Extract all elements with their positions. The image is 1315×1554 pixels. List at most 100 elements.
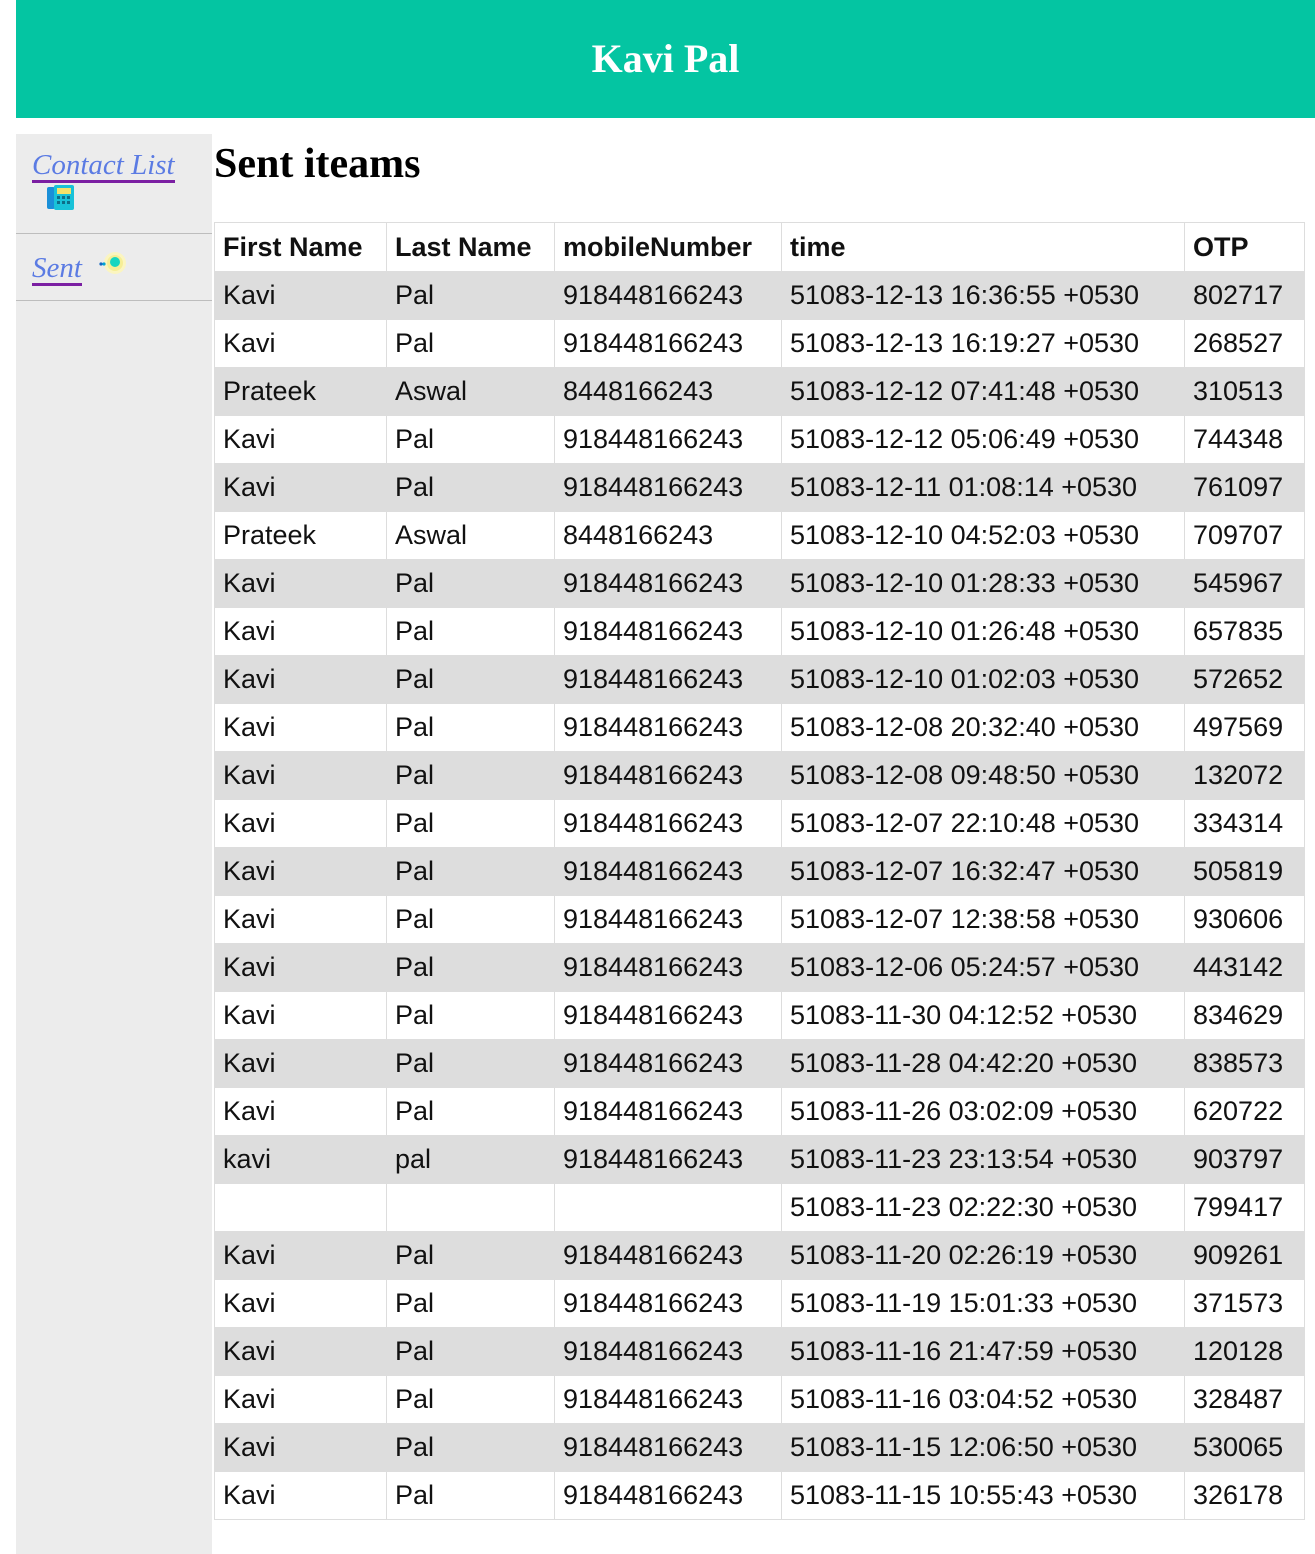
time-cell: 51083-12-07 22:10:48 +0530 [781, 799, 1185, 848]
time-cell: 51083-12-12 05:06:49 +0530 [781, 415, 1185, 464]
last-name-cell: Pal [386, 1231, 555, 1280]
mobile-number-cell: 918448166243 [554, 1423, 782, 1472]
table-row: Kavi Pal 918448166243 51083-11-30 04:12:52 … [214, 991, 1305, 1040]
first-name-cell: Kavi [214, 319, 387, 368]
table-row: Kavi Pal 918448166243 51083-12-10 01:02:03 … [214, 655, 1305, 704]
table-header-row: First Name Last Name mobileNumber time O… [214, 222, 1305, 272]
table-row: Kavi Pal 918448166243 51083-12-07 16:32:47 … [214, 847, 1305, 896]
mobile-number-cell: 918448166243 [554, 463, 782, 512]
first-name-cell: Kavi [214, 751, 387, 800]
mobile-number-cell: 918448166243 [554, 415, 782, 464]
last-name-cell: Pal [386, 463, 555, 512]
time-cell: 51083-12-11 01:08:14 +0530 [781, 463, 1185, 512]
table-row: Kavi Pal 918448166243 51083-12-10 01:26:48 … [214, 607, 1305, 656]
last-name-cell: Pal [386, 991, 555, 1040]
table-row: Kavi Pal 918448166243 51083-11-16 03:04:52 … [214, 1375, 1305, 1424]
otp-cell: 834629 [1184, 991, 1305, 1040]
otp-cell: 310513 [1184, 367, 1305, 416]
last-name-cell: Pal [386, 607, 555, 656]
otp-cell: 326178 [1184, 1471, 1305, 1520]
otp-cell: 744348 [1184, 415, 1305, 464]
table-row: Kavi Pal 918448166243 51083-12-08 20:32:40 … [214, 703, 1305, 752]
time-cell: 51083-12-08 20:32:40 +0530 [781, 703, 1185, 752]
last-name-cell: Pal [386, 655, 555, 704]
otp-cell: 530065 [1184, 1423, 1305, 1472]
sent-items-table-container: First Name Last Name mobileNumber time O… [214, 222, 1305, 1520]
last-name-cell: Pal [386, 751, 555, 800]
mobile-number-cell: 918448166243 [554, 1375, 782, 1424]
table-row: Kavi Pal 918448166243 51083-11-16 21:47:59 … [214, 1327, 1305, 1376]
time-cell: 51083-11-15 10:55:43 +0530 [781, 1471, 1185, 1520]
first-name-cell: Kavi [214, 1039, 387, 1088]
first-name-cell: Kavi [214, 847, 387, 896]
mobile-number-cell: 918448166243 [554, 1279, 782, 1328]
mobile-number-cell: 918448166243 [554, 703, 782, 752]
phone-icon[interactable] [47, 185, 75, 211]
mobile-number-cell: 918448166243 [554, 1231, 782, 1280]
time-cell: 51083-11-16 03:04:52 +0530 [781, 1375, 1185, 1424]
first-name-cell: Kavi [214, 655, 387, 704]
last-name-cell: Pal [386, 271, 555, 320]
otp-cell: 328487 [1184, 1375, 1305, 1424]
time-cell: 51083-11-20 02:26:19 +0530 [781, 1231, 1185, 1280]
mobile-number-cell: 918448166243 [554, 1087, 782, 1136]
first-name-cell: Kavi [214, 895, 387, 944]
mobile-number-cell: 918448166243 [554, 1327, 782, 1376]
last-name-cell: Pal [386, 943, 555, 992]
otp-cell: 761097 [1184, 463, 1305, 512]
mobile-number-cell [554, 1183, 782, 1232]
time-cell: 51083-11-16 21:47:59 +0530 [781, 1327, 1185, 1376]
otp-cell: 620722 [1184, 1087, 1305, 1136]
first-name-cell: Kavi [214, 703, 387, 752]
otp-cell: 268527 [1184, 319, 1305, 368]
last-name-cell: Pal [386, 319, 555, 368]
sent-icon[interactable] [96, 248, 130, 280]
table-row: kavi pal 918448166243 51083-11-23 23:13:54 … [214, 1135, 1305, 1184]
time-cell: 51083-12-10 01:02:03 +0530 [781, 655, 1185, 704]
page-title: Sent iteams [214, 141, 421, 187]
otp-cell: 120128 [1184, 1327, 1305, 1376]
time-cell: 51083-11-30 04:12:52 +0530 [781, 991, 1185, 1040]
mobile-number-cell: 918448166243 [554, 1039, 782, 1088]
first-name-cell: Prateek [214, 367, 387, 416]
last-name-cell: Pal [386, 847, 555, 896]
app-header: Kavi Pal [16, 0, 1315, 118]
last-name-cell [386, 1183, 555, 1232]
table-row: Kavi Pal 918448166243 51083-11-15 12:06:50 … [214, 1423, 1305, 1472]
time-cell: 51083-12-12 07:41:48 +0530 [781, 367, 1185, 416]
table-row: Kavi Pal 918448166243 51083-12-06 05:24:57 … [214, 943, 1305, 992]
mobile-number-cell: 918448166243 [554, 319, 782, 368]
last-name-cell: Pal [386, 1087, 555, 1136]
first-name-cell: kavi [214, 1135, 387, 1184]
last-name-cell: Aswal [386, 367, 555, 416]
column-header-last-name: Last Name [386, 222, 555, 272]
user-name-title: Kavi Pal [591, 36, 740, 81]
mobile-number-cell: 918448166243 [554, 607, 782, 656]
sidebar: Contact List Sent [16, 134, 212, 1554]
table-row: Kavi Pal 918448166243 51083-12-13 16:19:27 … [214, 319, 1305, 368]
table-row: Prateek Aswal 8448166243 51083-12-10 04:52:… [214, 511, 1305, 560]
time-cell: 51083-11-28 04:42:20 +0530 [781, 1039, 1185, 1088]
otp-cell: 930606 [1184, 895, 1305, 944]
last-name-cell: Pal [386, 1471, 555, 1520]
first-name-cell: Kavi [214, 991, 387, 1040]
time-cell: 51083-12-07 16:32:47 +0530 [781, 847, 1185, 896]
mobile-number-cell: 918448166243 [554, 847, 782, 896]
mobile-number-cell: 918448166243 [554, 895, 782, 944]
otp-cell: 802717 [1184, 271, 1305, 320]
first-name-cell: Prateek [214, 511, 387, 560]
otp-cell: 334314 [1184, 799, 1305, 848]
time-cell: 51083-12-08 09:48:50 +0530 [781, 751, 1185, 800]
otp-cell: 371573 [1184, 1279, 1305, 1328]
first-name-cell: Kavi [214, 1279, 387, 1328]
first-name-cell: Kavi [214, 463, 387, 512]
first-name-cell: Kavi [214, 415, 387, 464]
first-name-cell: Kavi [214, 559, 387, 608]
sent-link[interactable]: Sent [32, 253, 82, 286]
first-name-cell: Kavi [214, 943, 387, 992]
last-name-cell: Pal [386, 1039, 555, 1088]
contact-list-link[interactable]: Contact List [32, 150, 175, 183]
table-row: Kavi Pal 918448166243 51083-11-15 10:55:43 … [214, 1471, 1305, 1520]
mobile-number-cell: 918448166243 [554, 991, 782, 1040]
time-cell: 51083-12-10 01:28:33 +0530 [781, 559, 1185, 608]
